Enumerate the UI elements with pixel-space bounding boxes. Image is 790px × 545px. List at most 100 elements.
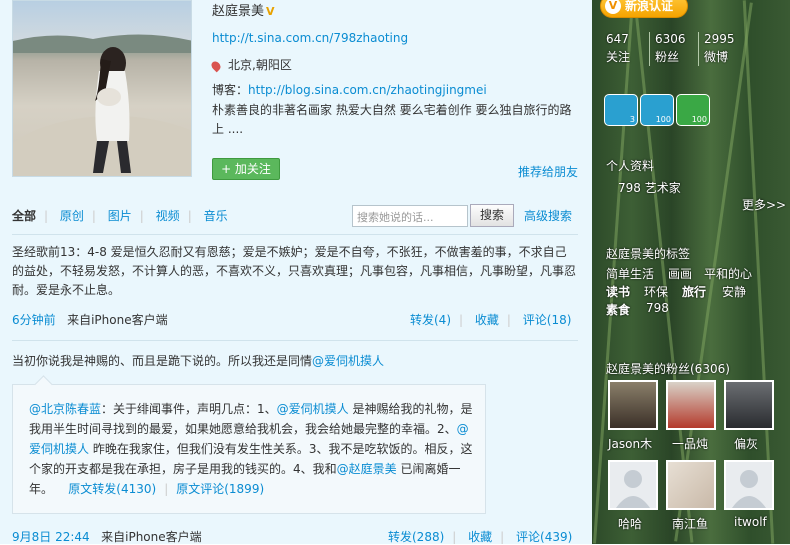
fan-name[interactable]: 一品炖: [672, 435, 732, 452]
medal-eco-icon[interactable]: 100: [676, 94, 710, 126]
tab-music[interactable]: 音乐: [204, 209, 228, 223]
quoted-post: @北京陈春蓝：关于绯闻事件，声明几点：1、@爱伺机摸人 是神赐给我的礼物，是我用…: [12, 384, 486, 514]
fan-name[interactable]: 南江鱼: [672, 515, 732, 532]
tab-all[interactable]: 全部: [12, 209, 36, 223]
original-repost-link[interactable]: 原文转发(4130): [68, 482, 156, 496]
tag-item[interactable]: 旅行: [682, 283, 706, 300]
divider: [12, 340, 578, 341]
post-actions: 转发(4) | 收藏 | 评论(18): [410, 311, 571, 328]
tag-item[interactable]: 安静: [722, 283, 746, 300]
stat-posts[interactable]: 2995 微博: [704, 30, 752, 66]
medal-count: 100: [691, 115, 707, 124]
profile-name-text: 赵庭景美: [212, 4, 265, 19]
profile-name: 赵庭景美 V: [212, 0, 275, 19]
tag-item[interactable]: 读书: [606, 283, 630, 300]
fan-avatar[interactable]: [666, 380, 716, 430]
profile-info-value: 798 艺术家: [618, 181, 681, 195]
advanced-search-link[interactable]: 高级搜索: [524, 207, 572, 224]
fan-avatar[interactable]: [724, 380, 774, 430]
mention-link[interactable]: @爱伺机摸人: [312, 354, 384, 368]
divider: [12, 234, 578, 235]
search-input[interactable]: 搜索她说的话...: [352, 205, 468, 227]
mention-link[interactable]: @爱伺机摸人: [277, 402, 349, 416]
location-pin-icon: [209, 59, 223, 72]
action-separator: |: [500, 530, 505, 544]
recommend-link[interactable]: 推荐给朋友: [518, 163, 578, 180]
post-source: 来自iPhone客户端: [67, 313, 168, 327]
avatar-photo: [13, 34, 191, 176]
profile-avatar[interactable]: [12, 0, 192, 177]
fan-name[interactable]: 偏灰: [734, 435, 790, 452]
fans-title: 赵庭景美的粉丝(6306): [606, 362, 730, 376]
post-source: 来自iPhone客户端: [101, 530, 202, 544]
medal-fan-icon[interactable]: 3: [604, 94, 638, 126]
stat-following[interactable]: 647 关注: [606, 30, 654, 66]
tab-separator: |: [187, 209, 192, 223]
post-actions: 转发(288) | 收藏 | 评论(439): [388, 528, 572, 545]
default-avatar-icon: [732, 470, 766, 508]
favorite-link[interactable]: 收藏: [468, 530, 492, 544]
post-text: 当初你说我是神赐的、而且是跪下说的。所以我还是同情@爱伺机摸人: [12, 352, 578, 371]
tag-item[interactable]: 环保: [644, 283, 668, 300]
profile-location: 北京,朝阳区: [209, 56, 292, 73]
sidebar: V 新浪认证 647 关注 6306 粉丝 2995 微博 3 100 100 个人资料…: [592, 0, 790, 544]
medal-sofa-icon[interactable]: 100: [640, 94, 674, 126]
action-separator: |: [506, 313, 511, 327]
fan-avatar[interactable]: [608, 460, 658, 510]
post-time-link[interactable]: 6分钟前: [12, 313, 56, 327]
badge-label: 新浪认证: [625, 0, 674, 13]
tag-item[interactable]: 平和的心: [704, 265, 752, 282]
tags-title: 赵庭景美的标签: [606, 247, 691, 261]
favorite-link[interactable]: 收藏: [475, 313, 499, 327]
profile-info-title: 个人资料: [606, 159, 655, 173]
tag-item[interactable]: 素食: [606, 301, 630, 318]
stat-label: 粉丝: [655, 50, 680, 64]
stat-label: 微博: [704, 50, 729, 64]
sina-verified-badge[interactable]: V 新浪认证: [600, 0, 688, 18]
search-button[interactable]: 搜索: [470, 204, 514, 227]
tag-item[interactable]: 简单生活: [606, 265, 654, 282]
tab-video[interactable]: 视频: [156, 209, 180, 223]
original-comment-link[interactable]: 原文评论(1899): [176, 482, 264, 496]
post-text-body: 当初你说我是神赐的、而且是跪下说的。所以我还是同情: [12, 354, 313, 368]
more-link[interactable]: 更多>>: [742, 196, 786, 213]
stat-number: 6306: [655, 32, 686, 46]
action-separator: |: [452, 530, 457, 544]
fan-name[interactable]: 哈哈: [618, 515, 678, 532]
profile-url-link[interactable]: http://t.sina.com.cn/798zhaoting: [212, 31, 408, 45]
quoted-author-link[interactable]: @北京陈春蓝: [29, 402, 101, 416]
default-avatar-icon: [616, 470, 650, 508]
blog-url-link[interactable]: http://blog.sina.com.cn/zhaotingjingmei: [248, 83, 487, 97]
post-text: 圣经歌前13：4-8 爱是恒久忍耐又有恩慈；爱是不嫉妒；爱是不自夸，不张狂，不做…: [12, 245, 577, 297]
comment-link[interactable]: 评论(18): [523, 313, 572, 327]
tab-separator: |: [139, 209, 144, 223]
feed-tabs: 全部 | 原创 | 图片 | 视频 | 音乐: [12, 207, 236, 224]
verified-icon: V: [266, 5, 275, 18]
post-meta: 6分钟前 来自iPhone客户端: [12, 311, 168, 328]
fan-avatar[interactable]: [666, 460, 716, 510]
location-text: 北京,朝阳区: [228, 58, 292, 72]
mention-link[interactable]: @赵庭景美: [337, 462, 397, 476]
tag-item[interactable]: 798: [646, 301, 669, 315]
tab-original[interactable]: 原创: [60, 209, 84, 223]
follow-button[interactable]: + 加关注: [212, 158, 280, 180]
stat-number: 647: [606, 32, 629, 46]
stat-number: 2995: [704, 32, 735, 46]
fan-name[interactable]: Jason木: [608, 435, 668, 452]
tab-separator: |: [44, 209, 49, 223]
fan-name[interactable]: itwolf: [734, 515, 790, 529]
fan-avatar[interactable]: [724, 460, 774, 510]
repost-link[interactable]: 转发(4): [410, 313, 451, 327]
tab-images[interactable]: 图片: [108, 209, 132, 223]
tag-item[interactable]: 画画: [668, 265, 692, 282]
profile-header: 赵庭景美 V http://t.sina.com.cn/798zhaoting 北…: [0, 0, 592, 195]
post-time-link[interactable]: 9月8日 22:44: [12, 530, 90, 544]
quoted-text-part: ：关于绯闻事件，声明几点：1、: [101, 402, 277, 416]
fan-avatar[interactable]: [608, 380, 658, 430]
main-column: 赵庭景美 V http://t.sina.com.cn/798zhaoting 北…: [0, 0, 592, 544]
stat-label: 关注: [606, 50, 631, 64]
verified-icon: V: [605, 0, 621, 14]
repost-link[interactable]: 转发(288): [388, 530, 444, 544]
comment-link[interactable]: 评论(439): [516, 530, 572, 544]
stat-followers[interactable]: 6306 粉丝: [655, 30, 703, 66]
